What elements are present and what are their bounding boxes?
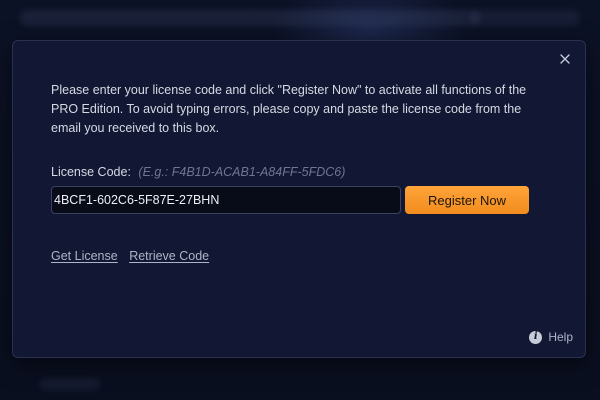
license-code-label: License Code: xyxy=(51,165,131,179)
help-label: Help xyxy=(548,330,573,344)
register-now-button[interactable]: Register Now xyxy=(405,186,529,214)
help-button[interactable]: i Help xyxy=(529,330,573,344)
links-row: Get License Retrieve Code xyxy=(51,249,217,263)
close-icon[interactable] xyxy=(557,51,573,67)
background-blurred-text xyxy=(470,10,580,26)
info-icon: i xyxy=(529,330,543,344)
license-code-example: (E.g.: F4B1D-ACAB1-A84FF-5FDC6) xyxy=(138,165,346,179)
get-license-link[interactable]: Get License xyxy=(51,249,118,263)
license-code-label-row: License Code: (E.g.: F4B1D-ACAB1-A84FF-5… xyxy=(51,165,345,179)
background-blurred-text xyxy=(40,378,100,390)
retrieve-code-link[interactable]: Retrieve Code xyxy=(129,249,209,263)
license-code-input[interactable] xyxy=(51,186,401,214)
instructions-text: Please enter your license code and click… xyxy=(51,83,527,135)
background-blurred-text xyxy=(20,10,480,26)
register-dialog: Please enter your license code and click… xyxy=(12,40,586,358)
